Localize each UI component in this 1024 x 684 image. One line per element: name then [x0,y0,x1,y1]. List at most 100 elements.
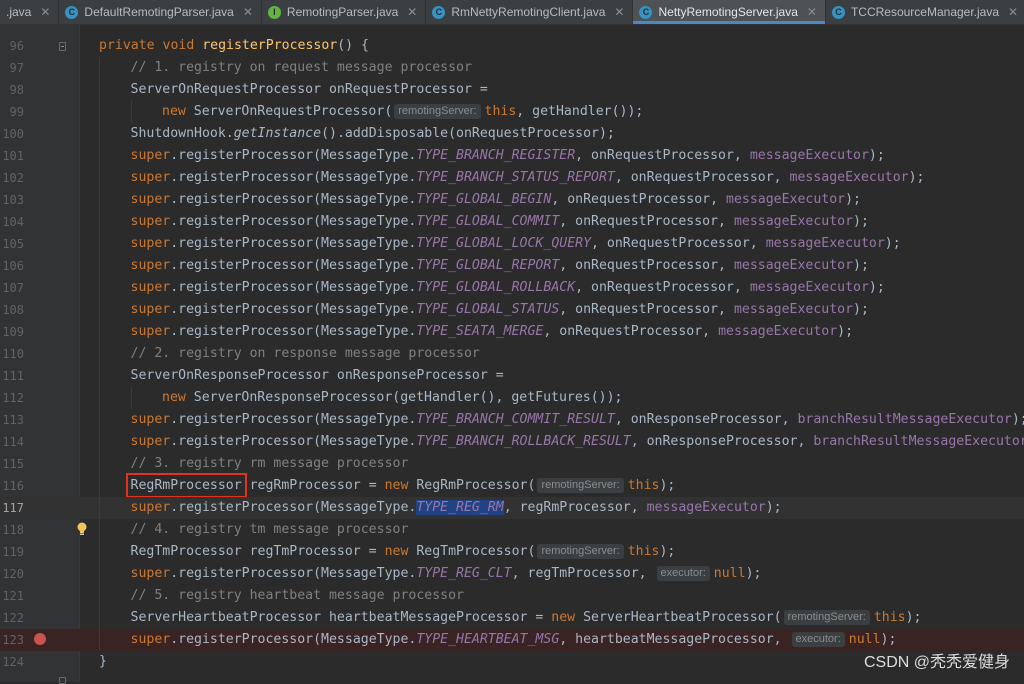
tab-label: RmNettyRemotingClient.java [451,5,605,19]
code-text: super.registerProcessor(MessageType.TYPE… [131,299,869,321]
selected-constant: TYPE_REG_RM [416,500,503,515]
code-text: super.registerProcessor(MessageType.TYPE… [131,629,897,651]
line-number: 100 [0,123,24,145]
code-token: .registerProcessor(MessageType. [170,566,416,581]
code-token: .registerProcessor(MessageType. [170,192,416,207]
code-area[interactable]: 96private void registerProcessor() {97 //… [0,25,1024,682]
code-line[interactable]: 104super.registerProcessor(MessageType.T… [0,211,1024,233]
code-token: ServerOnRequestProcessor onRequestProces… [131,82,488,97]
code-token: void [163,38,203,53]
fold-end-icon[interactable] [59,677,66,684]
code-token: TYPE_SEATA_MERGE [416,324,543,339]
code-line[interactable]: 117super.registerProcessor(MessageType.T… [0,497,1024,519]
line-number: 102 [0,167,24,189]
code-line[interactable]: 97 // 1. registry on request message proc… [0,57,1024,79]
close-tab-icon[interactable]: ✕ [243,5,253,19]
code-line[interactable]: 122ServerHeartbeatProcessor heartbeatMes… [0,607,1024,629]
code-line[interactable]: 112new ServerOnResponseProcessor(getHand… [0,387,1024,409]
code-token: , onRequestProcessor, [591,236,766,251]
fold-method-icon[interactable] [59,42,66,51]
line-number: 122 [0,607,24,629]
code-text: new ServerOnResponseProcessor(getHandler… [162,387,623,409]
close-tab-icon[interactable]: ✕ [407,5,417,19]
code-token: .registerProcessor(MessageType. [170,434,416,449]
code-token: , onRequestProcessor, [559,302,734,317]
code-text: super.registerProcessor(MessageType.TYPE… [131,409,1024,431]
code-line[interactable]: 119RegTmProcessor regTmProcessor = new R… [0,541,1024,563]
tab-tccresourcemanager-java[interactable]: CTCCResourceManager.java✕ [826,0,1024,24]
code-token: messageExecutor [647,500,766,515]
close-tab-icon[interactable]: ✕ [614,5,624,19]
code-token: ); [837,324,853,339]
parameter-hint: remotingServer: [537,544,623,559]
breakpoint-icon[interactable] [34,633,46,645]
line-number: 104 [0,211,24,233]
code-text: new ServerOnRequestProcessor(remotingSer… [162,101,643,123]
code-token: this [628,544,660,559]
code-line[interactable]: 98 ServerOnRequestProcessor onRequestProc… [0,79,1024,101]
code-token: this [485,104,517,119]
code-line[interactable]: 101super.registerProcessor(MessageType.T… [0,145,1024,167]
code-line[interactable]: 121// 5. registry heartbeat message proc… [0,585,1024,607]
indent-guide [99,211,100,233]
line-number: 118 [0,519,24,541]
code-line[interactable]: 106super.registerProcessor(MessageType.T… [0,255,1024,277]
class-icon: C [65,6,78,19]
code-token: TYPE_GLOBAL_REPORT [416,258,559,273]
code-line[interactable]: 116RegRmProcessor regRmProcessor = new R… [0,475,1024,497]
code-line[interactable]: 109super.registerProcessor(MessageType.T… [0,321,1024,343]
tab-nettyremotingserver-java[interactable]: CNettyRemotingServer.java✕ [633,0,825,24]
line-number: 107 [0,277,24,299]
code-token: , onResponseProcessor, [631,434,814,449]
code-text: private void registerProcessor() { [99,35,369,57]
tab-java[interactable]: .java✕ [0,0,59,24]
code-line[interactable]: 113super.registerProcessor(MessageType.T… [0,409,1024,431]
parameter-hint: remotingServer: [784,610,870,625]
code-line[interactable]: 96private void registerProcessor() { [0,35,1024,57]
code-line[interactable]: 105super.registerProcessor(MessageType.T… [0,233,1024,255]
code-line[interactable]: 110// 2. registry on response message pr… [0,343,1024,365]
code-token: super [131,148,171,163]
tab-defaultremotingparser-java[interactable]: CDefaultRemotingParser.java✕ [59,0,261,24]
indent-guide [99,79,100,101]
tab-rmnettyremotingclient-java[interactable]: CRmNettyRemotingClient.java✕ [426,0,633,24]
line-number: 101 [0,145,24,167]
code-line[interactable]: 108super.registerProcessor(MessageType.T… [0,299,1024,321]
close-tab-icon[interactable]: ✕ [807,5,817,19]
code-token: // 1. registry on request message proces… [131,60,472,75]
code-token: TYPE_BRANCH_COMMIT_RESULT [416,412,615,427]
parameter-hint: remotingServer: [537,478,623,493]
line-number: 105 [0,233,24,255]
code-line[interactable]: 100ShutdownHook.getInstance().addDisposa… [0,123,1024,145]
code-token: TYPE_GLOBAL_ROLLBACK [416,280,575,295]
code-token: ); [869,148,885,163]
intention-lightbulb-icon[interactable] [76,522,88,536]
code-token: ); [853,258,869,273]
code-token: messageExecutor [766,236,885,251]
code-line[interactable]: 102super.registerProcessor(MessageType.T… [0,167,1024,189]
indent-guide [99,57,100,79]
line-number: 97 [0,57,24,79]
code-line[interactable]: 120super.registerProcessor(MessageType.T… [0,563,1024,585]
interface-icon: I [268,6,281,19]
code-line[interactable]: 107super.registerProcessor(MessageType.T… [0,277,1024,299]
code-line[interactable]: 103super.registerProcessor(MessageType.T… [0,189,1024,211]
line-number: 116 [0,475,24,497]
code-line[interactable]: 99new ServerOnRequestProcessor(remotingS… [0,101,1024,123]
code-token: new [385,478,417,493]
code-token: new [162,104,194,119]
indent-guide [99,387,100,409]
code-line[interactable]: 114super.registerProcessor(MessageType.T… [0,431,1024,453]
code-text: // 4. registry tm message processor [131,519,409,541]
close-tab-icon[interactable]: ✕ [1008,5,1018,19]
code-line[interactable]: 111ServerOnResponseProcessor onResponseP… [0,365,1024,387]
code-editor[interactable]: 96private void registerProcessor() {97 //… [0,25,1024,682]
vertical-scrollbar[interactable] [1010,25,1024,682]
code-line[interactable]: 118 // 4. registry tm message processor [0,519,1024,541]
code-token: ShutdownHook. [131,126,234,141]
line-number: 98 [0,79,24,101]
tab-remotingparser-java[interactable]: IRemotingParser.java✕ [262,0,426,24]
code-line[interactable]: 115// 3. registry rm message processor [0,453,1024,475]
close-tab-icon[interactable]: ✕ [40,5,50,19]
code-text: super.registerProcessor(MessageType.TYPE… [131,189,861,211]
